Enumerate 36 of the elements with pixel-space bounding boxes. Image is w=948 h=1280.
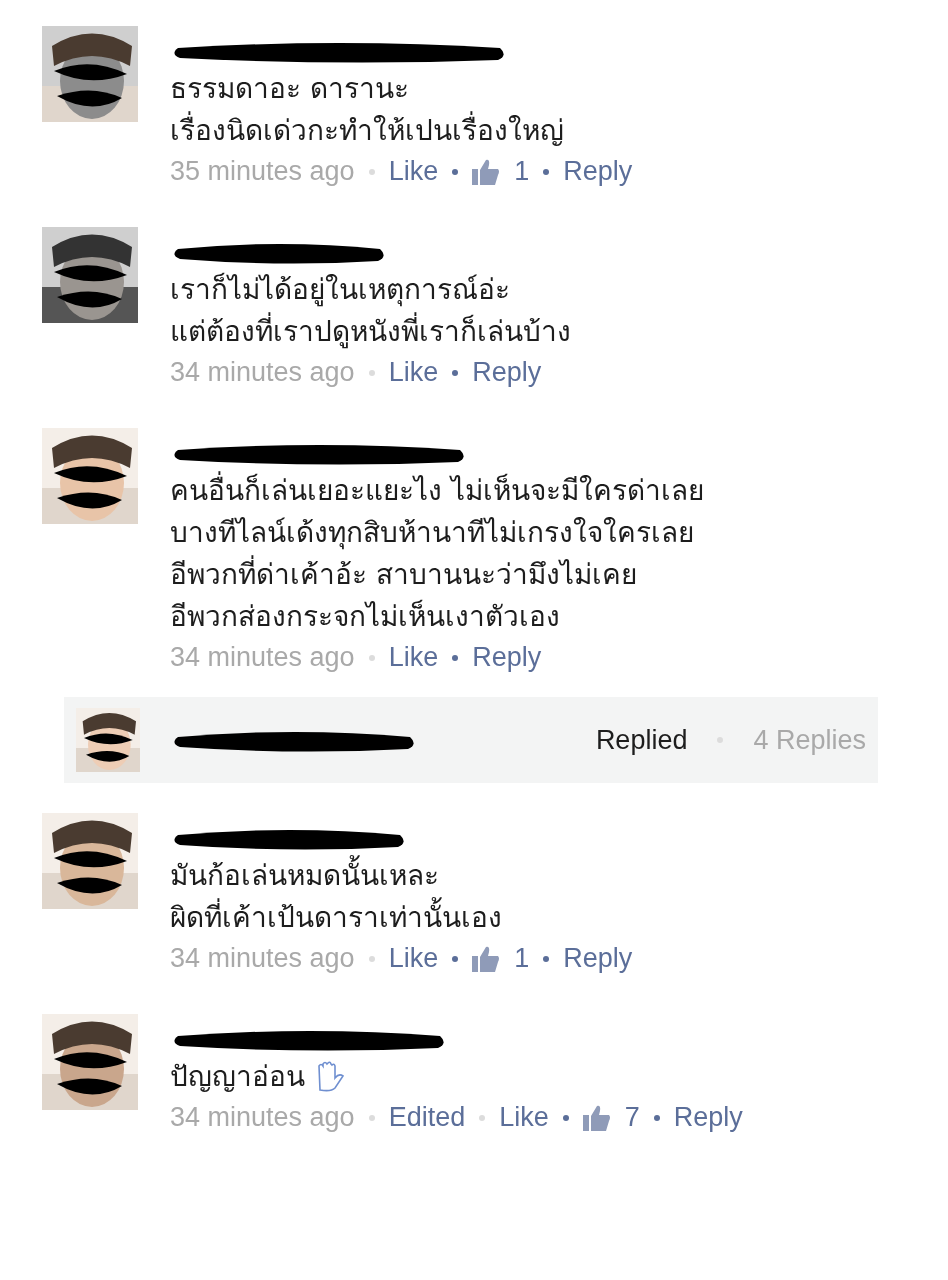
thumbs-up-icon xyxy=(472,945,501,972)
comment-text: ปัญญาอ่อน xyxy=(170,1059,305,1095)
thumbs-up-icon xyxy=(582,1104,611,1131)
comment-text: ธรรมดาอะ ดารานะ xyxy=(170,71,409,107)
like-count: 7 xyxy=(624,1102,640,1133)
comment-text: แต่ต้องที่เราปดูหนังพี่เราก็เล่นบ้าง xyxy=(170,311,571,353)
timestamp: 34 minutes ago xyxy=(170,1102,355,1133)
timestamp: 34 minutes ago xyxy=(170,642,355,673)
reply-link[interactable]: Reply xyxy=(563,943,633,974)
replies-bar[interactable]: Replied 4 Replies xyxy=(64,697,878,783)
reply-link[interactable]: Reply xyxy=(472,642,542,673)
comment-text: อีพวกที่ด่าเค้าอ้ะ สาบานนะว่ามึงไม่เคย xyxy=(170,554,637,596)
comment-text: มันก้อเล่นหมดนั้นเหละ xyxy=(170,855,439,897)
comment-text: อีพวกส่องกระจกไม่เห็นเงาตัวเอง xyxy=(170,598,560,635)
comment-text: เรื่องนิดเด่วกะทำให้เปนเรื่องใหญ่ xyxy=(170,110,564,152)
replied-label: Replied xyxy=(595,724,688,756)
timestamp: 35 minutes ago xyxy=(170,156,355,187)
reply-link[interactable]: Reply xyxy=(472,357,542,388)
comment-text: ผิดที่เค้าเป้นดาราเท่านั้นเอง xyxy=(170,897,502,939)
like-count: 1 xyxy=(514,156,530,187)
reply-link[interactable]: Reply xyxy=(673,1102,743,1133)
thumbs-up-icon xyxy=(472,158,501,185)
like-link[interactable]: Like xyxy=(388,943,439,974)
edited-link[interactable]: Edited xyxy=(388,1102,466,1133)
reply-link[interactable]: Reply xyxy=(563,156,633,187)
reply-count: 4 Replies xyxy=(753,724,866,756)
comment-text: เราก็ไม่ได้อยู่ในเหตุการณ์อ่ะ xyxy=(170,271,510,309)
like-link[interactable]: Like xyxy=(388,357,439,388)
timestamp: 34 minutes ago xyxy=(170,357,355,388)
timestamp: 34 minutes ago xyxy=(170,943,355,974)
comment-text: คนอื่นก็เล่นเยอะแยะไง ไม่เห็นจะมีใครด่าเลย xyxy=(170,470,704,512)
like-count: 1 xyxy=(514,943,530,974)
like-link[interactable]: Like xyxy=(499,1102,549,1133)
like-link[interactable]: Like xyxy=(388,156,439,187)
comment-text: บางทีไลน์เด้งทุกสิบห้านาทีไม่เกรงใจใครเลย xyxy=(170,515,694,552)
like-link[interactable]: Like xyxy=(388,642,439,673)
